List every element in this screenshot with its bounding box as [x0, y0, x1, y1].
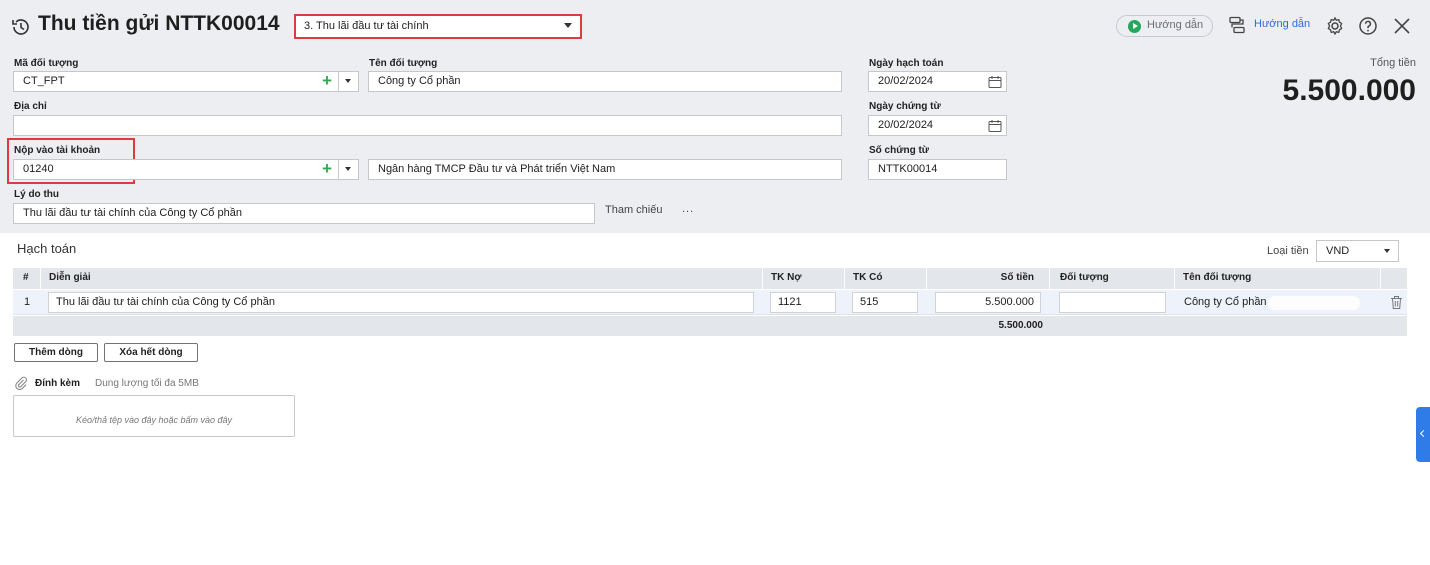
document-date-label: Ngày chứng từ	[869, 101, 941, 112]
guide-video-label: Hướng dẫn	[1147, 19, 1204, 31]
col-header-description: Diễn giải	[49, 272, 91, 283]
description-value: Thu lãi đầu tư tài chính của Công ty Cổ …	[56, 296, 275, 308]
help-icon[interactable]	[1358, 16, 1378, 36]
bank-name-value: Ngân hàng TMCP Đầu tư và Phát triển Việt…	[378, 163, 616, 175]
posting-date-value: 20/02/2024	[878, 75, 934, 87]
accounting-grid-footer: 5.500.000	[13, 316, 1407, 336]
chevron-down-icon	[1384, 249, 1390, 253]
settings-gear-icon[interactable]	[1325, 16, 1345, 36]
add-object-button[interactable]: +	[317, 71, 337, 92]
object-code-value: CT_FPT	[23, 75, 65, 87]
chevron-down-icon	[564, 23, 572, 28]
document-date-field[interactable]: 20/02/2024	[868, 115, 1007, 136]
col-header-debit: TK Nợ	[771, 272, 802, 283]
divider	[1049, 268, 1050, 289]
amount-value: 5.500.000	[985, 296, 1034, 308]
divider	[1380, 268, 1381, 289]
total-label: Tổng tiền	[1370, 57, 1416, 69]
document-date-value: 20/02/2024	[878, 119, 934, 131]
row-number: 1	[24, 296, 31, 308]
address-label: Địa chỉ	[14, 101, 47, 112]
currency-select[interactable]: VND	[1316, 240, 1399, 262]
reason-value: Thu lãi đầu tư tài chính của Công ty Cổ …	[23, 207, 242, 219]
reason-field[interactable]: Thu lãi đầu tư tài chính của Công ty Cổ …	[13, 203, 595, 224]
add-row-button[interactable]: Thêm dòng	[14, 343, 98, 362]
dropzone-text: Kéo/thả tệp vào đây hoặc bấm vào đây	[75, 415, 233, 425]
attachment-label: Đính kèm	[35, 378, 81, 389]
document-number-value: NTTK00014	[878, 163, 938, 175]
file-dropzone[interactable]: Kéo/thả tệp vào đây hoặc bấm vào đây	[13, 395, 295, 437]
calendar-icon[interactable]	[988, 120, 1002, 132]
debit-account-value: 1121	[778, 296, 802, 308]
object-code-field[interactable]: CT_FPT	[13, 71, 359, 92]
reference-link[interactable]: Tham chiếu	[605, 204, 662, 216]
bank-name-field[interactable]: Ngân hàng TMCP Đầu tư và Phát triển Việt…	[368, 159, 842, 180]
currency-label: Loại tiền	[1267, 245, 1309, 257]
object-name-label: Tên đối tượng	[369, 58, 438, 69]
redacted-area	[464, 75, 490, 89]
object-name-field[interactable]: Công ty Cổ phần	[368, 71, 842, 92]
accounting-grid-header: # Diễn giải TK Nợ TK Có Số tiền Đối tượn…	[13, 268, 1407, 289]
object-code-label: Mã đối tượng	[14, 58, 79, 69]
guide-video-button[interactable]: Hướng dẫn	[1116, 15, 1213, 37]
add-account-button[interactable]: +	[317, 159, 337, 180]
page-title: Thu tiền gửi NTTK00014	[38, 12, 280, 35]
calendar-icon[interactable]	[988, 76, 1002, 88]
amount-cell[interactable]: 5.500.000	[935, 292, 1041, 313]
credit-account-cell[interactable]: 515	[852, 292, 918, 313]
posting-date-label: Ngày hạch toán	[869, 58, 944, 69]
flow-icon	[1229, 16, 1245, 34]
document-number-field[interactable]: NTTK00014	[868, 159, 1007, 180]
total-amount: 5.500.000	[1282, 74, 1416, 107]
divider	[1174, 268, 1175, 289]
accounting-section-title: Hạch toán	[17, 241, 77, 256]
col-header-num: #	[23, 272, 29, 283]
divider	[40, 268, 41, 289]
debit-account-cell[interactable]: 1121	[770, 292, 836, 313]
guide-link-label: Hướng dẫn	[1254, 18, 1311, 30]
currency-value: VND	[1326, 245, 1350, 257]
posting-date-field[interactable]: 20/02/2024	[868, 71, 1007, 92]
deposit-account-field[interactable]: 01240	[13, 159, 359, 180]
side-panel-toggle[interactable]	[1416, 407, 1430, 462]
receipt-type-value: 3. Thu lãi đầu tư tài chính	[304, 20, 429, 32]
object-name-value: Công ty Cổ phần	[378, 75, 461, 87]
divider	[926, 268, 927, 289]
footer-total-amount: 5.500.000	[998, 320, 1044, 331]
object-name-cell: Công ty Cổ phần	[1184, 296, 1267, 308]
col-header-object: Đối tượng	[1060, 272, 1109, 283]
col-header-amount: Số tiền	[1000, 272, 1034, 283]
address-field[interactable]	[13, 115, 842, 136]
divider	[844, 268, 845, 289]
document-number-label: Số chứng từ	[869, 145, 930, 156]
object-cell[interactable]	[1059, 292, 1166, 313]
object-dropdown-button[interactable]	[338, 71, 359, 92]
attachment-size-note: Dung lượng tối đa 5MB	[95, 378, 199, 389]
deposit-account-label: Nộp vào tài khoản	[14, 145, 101, 156]
play-icon	[1128, 20, 1141, 33]
col-header-object-name: Tên đối tượng	[1183, 272, 1252, 283]
account-dropdown-button[interactable]	[338, 159, 359, 180]
paperclip-icon	[15, 376, 27, 390]
redacted-area	[1268, 296, 1360, 310]
trash-icon[interactable]	[1390, 295, 1403, 310]
col-header-credit: TK Có	[853, 272, 883, 283]
reference-more-button[interactable]: ...	[682, 203, 694, 215]
divider	[762, 268, 763, 289]
history-icon[interactable]	[10, 16, 32, 38]
credit-account-value: 515	[860, 296, 879, 308]
reason-label: Lý do thu	[14, 189, 59, 200]
deposit-account-value: 01240	[23, 163, 54, 175]
table-row[interactable]: 1 Thu lãi đầu tư tài chính của Công ty C…	[13, 290, 1407, 315]
receipt-type-select[interactable]: 3. Thu lãi đầu tư tài chính	[294, 14, 582, 39]
description-cell[interactable]: Thu lãi đầu tư tài chính của Công ty Cổ …	[48, 292, 754, 313]
close-icon[interactable]	[1392, 16, 1412, 36]
delete-all-rows-button[interactable]: Xóa hết dòng	[104, 343, 198, 362]
